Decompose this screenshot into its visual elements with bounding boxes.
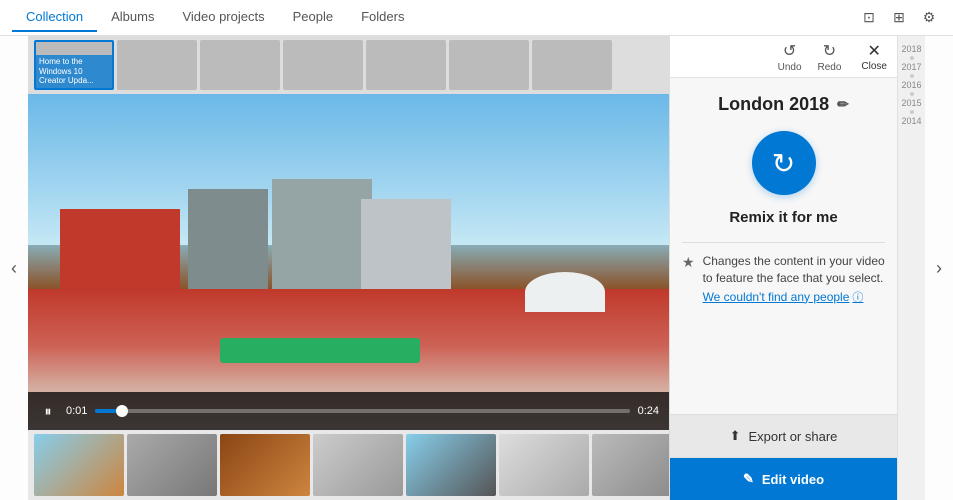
strip-item-4[interactable]: [283, 40, 363, 90]
panel-content: London 2018 ✏ ↻ Remix it for me ★ Change…: [670, 78, 897, 414]
video-controls: ⏸ 0:01 0:24: [28, 392, 669, 430]
info-row: ★ Changes the content in your video to f…: [682, 253, 885, 305]
thumb-7[interactable]: [592, 434, 669, 496]
photo-strip: Home to the Windows 10 Creator Upda...: [28, 36, 669, 94]
building-red: [60, 209, 180, 289]
find-people-link[interactable]: We couldn't find any people ⓘ: [703, 289, 885, 305]
prev-arrow[interactable]: ‹: [0, 36, 28, 500]
undo-icon: ↺: [783, 41, 796, 61]
building-grey-1: [188, 189, 268, 289]
strip-item-5[interactable]: [366, 40, 446, 90]
edit-video-label: Edit video: [762, 472, 824, 487]
edit-video-icon: ✎: [743, 471, 754, 487]
year-2018[interactable]: 2018: [901, 44, 921, 54]
thumb-5[interactable]: [406, 434, 496, 496]
year-2014[interactable]: 2014: [901, 116, 921, 126]
divider: [682, 242, 885, 243]
panel-bottom: ⬆ Export or share ✎ Edit video: [670, 414, 897, 500]
video-title: London 2018 ✏: [718, 94, 849, 115]
main-area: ‹ Home to the Windows 10 Creator Upda...: [0, 36, 953, 500]
close-button[interactable]: ✕ Close: [861, 41, 887, 72]
help-icon: ⓘ: [852, 289, 863, 305]
remix-button[interactable]: ↻: [752, 131, 816, 195]
redo-label: Redo: [818, 62, 842, 73]
top-nav: Collection Albums Video projects People …: [0, 0, 953, 36]
strip-item-6[interactable]: [449, 40, 529, 90]
settings-icon[interactable]: ⚙: [917, 6, 941, 30]
current-time: 0:01: [66, 405, 87, 417]
export-icon: ⬆: [730, 428, 741, 444]
panel-toolbar: ↺ Undo ↻ Redo ✕ Close: [670, 36, 897, 78]
undo-label: Undo: [778, 62, 802, 73]
video-image: [28, 94, 669, 430]
video-player: ⏸ 0:01 0:24: [28, 94, 669, 430]
export-label: Export or share: [749, 429, 838, 444]
star-icon: ★: [682, 254, 695, 271]
grid-view-icon[interactable]: ⊡: [857, 6, 881, 30]
year-2015[interactable]: 2015: [901, 98, 921, 108]
edit-video-button[interactable]: ✎ Edit video: [670, 458, 897, 500]
redo-icon: ↻: [823, 41, 836, 61]
export-share-button[interactable]: ⬆ Export or share: [670, 415, 897, 458]
redo-button[interactable]: ↻ Redo: [818, 41, 842, 73]
remix-label: Remix it for me: [729, 209, 837, 226]
year-2016[interactable]: 2016: [901, 80, 921, 90]
info-text: Changes the content in your video to fea…: [703, 253, 885, 287]
umbrella-shape: [525, 272, 605, 312]
year-sidebar: 2018 2017 2016 2015 2014: [897, 36, 925, 500]
thumb-4[interactable]: [313, 434, 403, 496]
building-grey-2: [272, 179, 372, 289]
progress-bar[interactable]: [95, 409, 629, 413]
tab-albums[interactable]: Albums: [97, 3, 168, 32]
center-col: Home to the Windows 10 Creator Upda...: [28, 36, 669, 500]
thumb-1[interactable]: [34, 434, 124, 496]
remix-icon: ↻: [772, 147, 795, 180]
right-panel: ↺ Undo ↻ Redo ✕ Close London 2018 ✏ ↻ Re…: [669, 36, 897, 500]
next-arrow[interactable]: ›: [925, 36, 953, 500]
undo-button[interactable]: ↺ Undo: [778, 41, 802, 73]
strip-item-2[interactable]: [117, 40, 197, 90]
year-2017[interactable]: 2017: [901, 62, 921, 72]
tab-collection[interactable]: Collection: [12, 3, 97, 32]
play-pause-button[interactable]: ⏸: [38, 403, 58, 420]
nav-icons: ⊡ ⊞ ⚙: [857, 6, 941, 30]
thumb-6[interactable]: [499, 434, 589, 496]
close-icon: ✕: [868, 41, 881, 61]
bottom-thumbnails: [28, 430, 669, 500]
year-dot-4: [910, 110, 914, 114]
year-dot-1: [910, 56, 914, 60]
tab-video-projects[interactable]: Video projects: [168, 3, 278, 32]
strip-item-3[interactable]: [200, 40, 280, 90]
strip-banner-label: Home to the Windows 10 Creator Upda...: [36, 55, 112, 88]
video-title-text: London 2018: [718, 94, 829, 115]
strip-item-7[interactable]: [532, 40, 612, 90]
close-label: Close: [861, 61, 887, 72]
edit-title-icon[interactable]: ✏: [837, 96, 849, 113]
grid-large-icon[interactable]: ⊞: [887, 6, 911, 30]
total-time: 0:24: [638, 405, 659, 417]
info-content: Changes the content in your video to fea…: [703, 253, 885, 305]
year-dot-2: [910, 74, 914, 78]
year-dot-3: [910, 92, 914, 96]
progress-thumb[interactable]: [116, 405, 128, 417]
building-light: [361, 199, 451, 289]
hedge-bushes: [220, 338, 420, 363]
tab-folders[interactable]: Folders: [347, 3, 418, 32]
find-people-text: We couldn't find any people: [703, 290, 850, 304]
thumb-3[interactable]: [220, 434, 310, 496]
thumb-2[interactable]: [127, 434, 217, 496]
tab-people[interactable]: People: [279, 3, 347, 32]
strip-item-banner[interactable]: Home to the Windows 10 Creator Upda...: [34, 40, 114, 90]
nav-tabs: Collection Albums Video projects People …: [12, 3, 418, 32]
